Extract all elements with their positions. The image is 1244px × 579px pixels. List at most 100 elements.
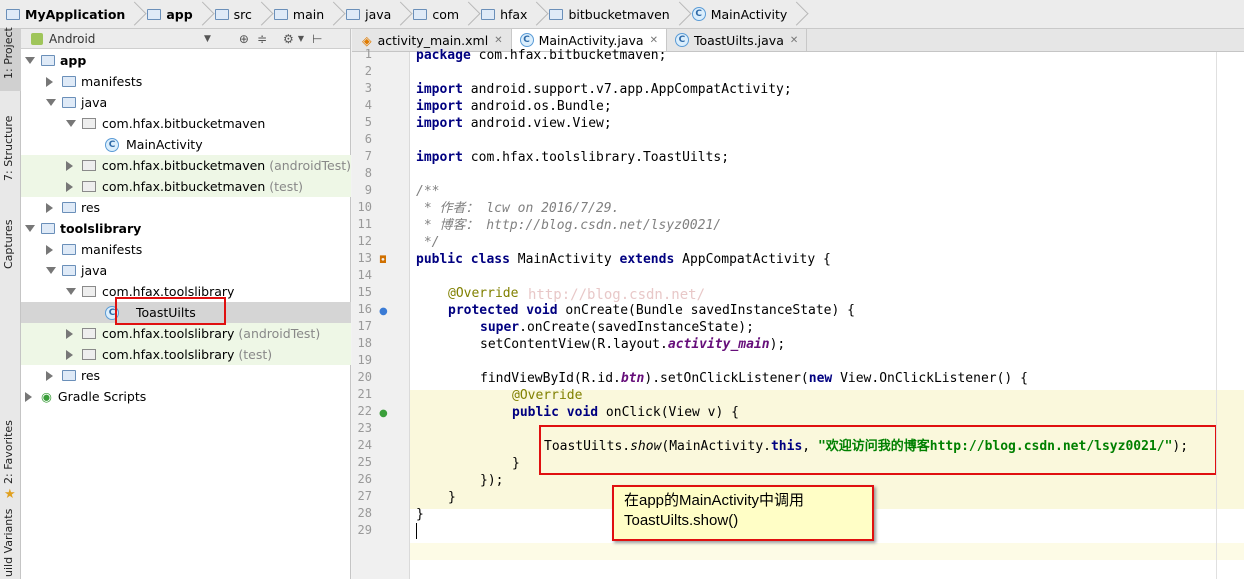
crumb-bitbucketmaven[interactable]: bitbucketmaven xyxy=(549,0,691,29)
crumb-java[interactable]: java xyxy=(346,0,413,29)
folder-icon xyxy=(346,8,361,20)
crumb-com[interactable]: com xyxy=(413,0,481,29)
tree-item-package-lib-test[interactable]: com.hfax.toolslibrary (test) xyxy=(21,344,351,365)
package-icon xyxy=(82,181,96,192)
tree-item-package-test[interactable]: com.hfax.bitbucketmaven (test) xyxy=(21,176,351,197)
collapsed-arrow-icon[interactable] xyxy=(46,370,53,381)
tree-item-toolslibrary[interactable]: toolslibrary xyxy=(21,218,351,239)
class-icon: C xyxy=(519,33,534,47)
tab-build-variants[interactable]: uild Variants xyxy=(2,509,15,577)
tree-item-gradle-scripts[interactable]: ◉ Gradle Scripts xyxy=(21,386,351,407)
tool-window-strip: 1: Project 7: Structure Captures 2: Favo… xyxy=(0,27,21,579)
expand-arrow-icon[interactable] xyxy=(66,288,76,295)
res-folder-icon xyxy=(62,202,76,213)
package-icon xyxy=(82,118,96,129)
code-line-16: protected void onCreate(Bundle savedInst… xyxy=(448,303,855,318)
tree-item-package[interactable]: com.hfax.bitbucketmaven xyxy=(21,113,351,134)
collapsed-arrow-icon[interactable] xyxy=(66,328,73,339)
crumb-src[interactable]: src xyxy=(214,0,274,29)
xml-file-icon: ◈ xyxy=(362,32,372,48)
breadcrumb: MyApplication app src main java com hfax… xyxy=(0,0,1244,29)
star-icon: ★ xyxy=(4,487,16,502)
module-folder-icon xyxy=(147,8,162,20)
project-view-select[interactable]: Android xyxy=(49,32,189,46)
tree-item-package-androidtest[interactable]: com.hfax.bitbucketmaven (androidTest) xyxy=(21,155,351,176)
tree-item-res[interactable]: res xyxy=(21,197,351,218)
collapsed-arrow-icon[interactable] xyxy=(46,244,53,255)
tree-item-res-lib[interactable]: res xyxy=(21,365,351,386)
override-marker-icon[interactable]: ● xyxy=(379,306,388,317)
dropdown-arrow-icon[interactable]: ▼ xyxy=(204,34,211,44)
code-line-4: import android.os.Bundle; xyxy=(416,99,612,114)
code-line-10: * 作者： lcw on 2016/7/29. xyxy=(416,201,620,216)
tree-item-manifests-lib[interactable]: manifests xyxy=(21,239,351,260)
collapsed-arrow-icon[interactable] xyxy=(66,349,73,360)
crumb-main[interactable]: main xyxy=(273,0,346,29)
highlight-box-toast-call xyxy=(539,425,1217,475)
code-line-28: } xyxy=(416,507,424,522)
class-icon: C xyxy=(105,137,119,152)
tab-favorites[interactable]: 2: Favorites xyxy=(2,420,15,484)
settings-arrow-icon[interactable]: ▼ xyxy=(298,34,304,43)
android-icon xyxy=(31,32,43,45)
crumb-myapplication[interactable]: MyApplication xyxy=(6,0,147,29)
tree-item-app[interactable]: app xyxy=(21,50,351,71)
highlight-box-toastuilts xyxy=(115,297,226,325)
gear-icon[interactable]: ⚙ xyxy=(283,32,294,46)
tree-item-package-lib-androidtest[interactable]: com.hfax.toolslibrary (androidTest) xyxy=(21,323,351,344)
tree-item-manifests[interactable]: manifests xyxy=(21,71,351,92)
module-icon xyxy=(41,55,55,66)
expand-arrow-icon[interactable] xyxy=(46,267,56,274)
folder-icon xyxy=(413,8,428,20)
package-icon xyxy=(82,349,96,360)
package-icon xyxy=(82,328,96,339)
expand-arrow-icon[interactable] xyxy=(25,57,35,64)
project-header: Android ▼ ⊕ ≑ ⚙ ▼ ⊢ xyxy=(21,29,350,49)
code-line-7: import com.hfax.toolslibrary.ToastUilts; xyxy=(416,150,730,165)
implement-marker-icon[interactable]: ● xyxy=(379,408,388,419)
target-icon[interactable]: ⊕ xyxy=(239,32,249,46)
expand-arrow-icon[interactable] xyxy=(46,99,56,106)
tree-item-mainactivity[interactable]: C MainActivity xyxy=(21,134,351,155)
class-icon: C xyxy=(691,7,706,21)
class-marker-icon[interactable]: ◘ xyxy=(379,255,387,266)
close-icon[interactable]: ✕ xyxy=(790,35,798,46)
tab-captures[interactable]: Captures xyxy=(2,220,15,269)
project-panel: Android ▼ ⊕ ≑ ⚙ ▼ ⊢ app manifests java c… xyxy=(21,29,351,579)
collapsed-arrow-icon[interactable] xyxy=(66,160,73,171)
folder-icon xyxy=(62,76,76,87)
collapsed-arrow-icon[interactable] xyxy=(25,391,32,402)
code-line-17: super.onCreate(savedInstanceState); xyxy=(480,320,754,335)
text-cursor xyxy=(416,523,417,539)
hide-icon[interactable]: ⊢ xyxy=(312,32,322,46)
package-icon xyxy=(82,286,96,297)
code-line-15: @Override xyxy=(448,286,519,301)
code-line-11: * 博客： http://blog.csdn.net/lsyz0021/ xyxy=(416,218,722,233)
crumb-hfax[interactable]: hfax xyxy=(481,0,549,29)
expand-arrow-icon[interactable] xyxy=(25,225,35,232)
right-margin-guide xyxy=(1216,52,1217,579)
tree-item-java[interactable]: java xyxy=(21,92,351,113)
class-icon: C xyxy=(674,33,689,47)
close-icon[interactable]: ✕ xyxy=(494,35,502,46)
folder-icon xyxy=(62,265,76,276)
expand-arrow-icon[interactable] xyxy=(66,120,76,127)
code-line-25: } xyxy=(512,456,520,471)
crumb-mainactivity[interactable]: C MainActivity xyxy=(691,0,810,29)
folder-icon xyxy=(62,97,76,108)
tab-toastuilts-java[interactable]: C ToastUilts.java ✕ xyxy=(667,29,808,51)
crumb-app[interactable]: app xyxy=(147,0,214,29)
close-icon[interactable]: ✕ xyxy=(650,35,658,46)
collapsed-arrow-icon[interactable] xyxy=(46,202,53,213)
tab-project[interactable]: 1: Project xyxy=(2,27,15,79)
package-icon xyxy=(82,160,96,171)
tab-structure[interactable]: 7: Structure xyxy=(2,116,15,181)
collapsed-arrow-icon[interactable] xyxy=(46,76,53,87)
collapse-icon[interactable]: ≑ xyxy=(257,32,267,46)
code-line-21: @Override xyxy=(512,388,583,403)
collapsed-arrow-icon[interactable] xyxy=(66,181,73,192)
code-line-20: findViewById(R.id.btn).setOnClickListene… xyxy=(480,371,1028,386)
gradle-icon: ◉ xyxy=(41,389,52,404)
tree-item-java-lib[interactable]: java xyxy=(21,260,351,281)
annotation-callout: 在app的MainActivity中调用 ToastUilts.show() xyxy=(612,485,874,541)
